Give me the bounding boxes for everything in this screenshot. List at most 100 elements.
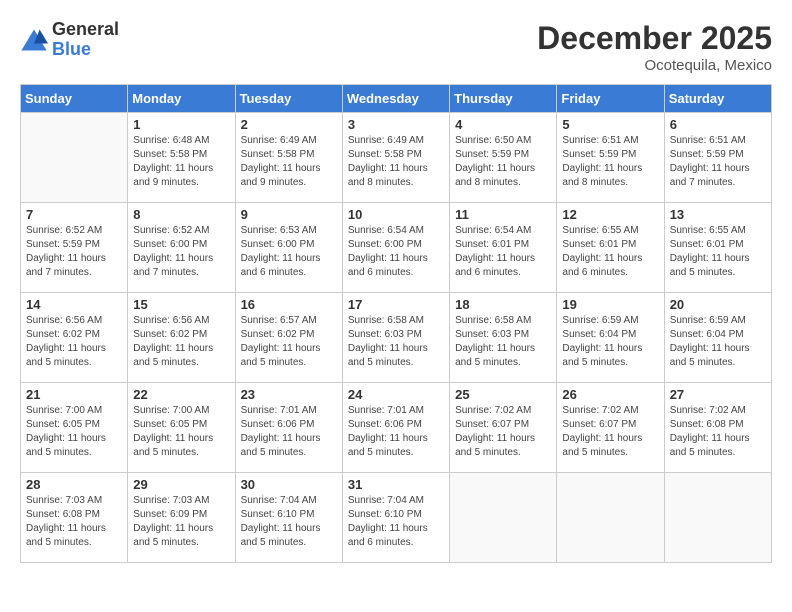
calendar-cell: 22 Sunrise: 7:00 AM Sunset: 6:05 PM Dayli… — [128, 383, 235, 473]
day-number: 18 — [455, 297, 551, 312]
calendar-cell: 30 Sunrise: 7:04 AM Sunset: 6:10 PM Dayli… — [235, 473, 342, 563]
day-info: Sunrise: 6:48 AM Sunset: 5:58 PM Dayligh… — [133, 134, 229, 190]
day-info: Sunrise: 6:58 AM Sunset: 6:03 PM Dayligh… — [455, 314, 551, 370]
weekday-header-tuesday: Tuesday — [235, 85, 342, 113]
calendar-cell: 26 Sunrise: 7:02 AM Sunset: 6:07 PM Dayli… — [557, 383, 664, 473]
day-number: 6 — [670, 117, 766, 132]
calendar-cell: 17Sunrise: 6:58 AM Sunset: 6:03 PM Dayli… — [342, 293, 449, 383]
day-info: Sunrise: 6:49 AM Sunset: 5:58 PM Dayligh… — [348, 134, 444, 190]
calendar-week-row: 14 Sunrise: 6:56 AM Sunset: 6:02 PM Dayli… — [21, 293, 772, 383]
day-info: Sunrise: 7:04 AM Sunset: 6:10 PM Dayligh… — [241, 494, 337, 550]
calendar-cell — [664, 473, 771, 563]
calendar-cell: 14Sunrise: 6:56 AM Sunset: 6:02 PM Dayli… — [21, 293, 128, 383]
calendar-cell: 31 Sunrise: 7:04 AM Sunset: 6:10 PM Dayli… — [342, 473, 449, 563]
page-header: General Blue December 2025 Ocotequila, M… — [20, 20, 772, 74]
day-number: 20 — [670, 297, 766, 312]
weekday-header-friday: Friday — [557, 85, 664, 113]
day-number: 21 — [26, 387, 122, 402]
day-info: Sunrise: 6:54 AM Sunset: 6:01 PM Dayligh… — [455, 224, 551, 280]
calendar-cell: 15Sunrise: 6:56 AM Sunset: 6:02 PM Dayli… — [128, 293, 235, 383]
day-info: Sunrise: 7:02 AM Sunset: 6:07 PM Dayligh… — [455, 404, 551, 460]
day-info: Sunrise: 6:55 AM Sunset: 6:01 PM Dayligh… — [670, 224, 766, 280]
calendar-cell: 8 Sunrise: 6:52 AM Sunset: 6:00 PM Daylig… — [128, 203, 235, 293]
calendar-cell: 3Sunrise: 6:49 AM Sunset: 5:58 PM Daylig… — [342, 113, 449, 203]
day-number: 2 — [241, 117, 337, 132]
calendar-cell: 27 Sunrise: 7:02 AM Sunset: 6:08 PM Dayli… — [664, 383, 771, 473]
day-info: Sunrise: 6:53 AM Sunset: 6:00 PM Dayligh… — [241, 224, 337, 280]
day-info: Sunrise: 7:03 AM Sunset: 6:08 PM Dayligh… — [26, 494, 122, 550]
day-info: Sunrise: 6:51 AM Sunset: 5:59 PM Dayligh… — [562, 134, 658, 190]
weekday-header-monday: Monday — [128, 85, 235, 113]
day-info: Sunrise: 6:56 AM Sunset: 6:02 PM Dayligh… — [133, 314, 229, 370]
day-number: 14 — [26, 297, 122, 312]
day-info: Sunrise: 6:57 AM Sunset: 6:02 PM Dayligh… — [241, 314, 337, 370]
calendar-cell: 2 Sunrise: 6:49 AM Sunset: 5:58 PM Daylig… — [235, 113, 342, 203]
day-info: Sunrise: 7:02 AM Sunset: 6:08 PM Dayligh… — [670, 404, 766, 460]
calendar-table: SundayMondayTuesdayWednesdayThursdayFrid… — [20, 84, 772, 563]
calendar-cell — [557, 473, 664, 563]
day-number: 31 — [348, 477, 444, 492]
calendar-cell: 4 Sunrise: 6:50 AM Sunset: 5:59 PM Daylig… — [450, 113, 557, 203]
day-number: 12 — [562, 207, 658, 222]
logo-general-text: General — [52, 20, 119, 40]
day-info: Sunrise: 6:54 AM Sunset: 6:00 PM Dayligh… — [348, 224, 444, 280]
calendar-cell: 19Sunrise: 6:59 AM Sunset: 6:04 PM Dayli… — [557, 293, 664, 383]
calendar-cell: 18 Sunrise: 6:58 AM Sunset: 6:03 PM Dayli… — [450, 293, 557, 383]
day-number: 28 — [26, 477, 122, 492]
day-number: 13 — [670, 207, 766, 222]
day-number: 8 — [133, 207, 229, 222]
calendar-cell: 28 Sunrise: 7:03 AM Sunset: 6:08 PM Dayli… — [21, 473, 128, 563]
location-text: Ocotequila, Mexico — [537, 57, 772, 74]
calendar-cell: 13 Sunrise: 6:55 AM Sunset: 6:01 PM Dayli… — [664, 203, 771, 293]
weekday-header-wednesday: Wednesday — [342, 85, 449, 113]
day-info: Sunrise: 6:58 AM Sunset: 6:03 PM Dayligh… — [348, 314, 444, 370]
day-number: 9 — [241, 207, 337, 222]
day-info: Sunrise: 6:55 AM Sunset: 6:01 PM Dayligh… — [562, 224, 658, 280]
calendar-cell: 29Sunrise: 7:03 AM Sunset: 6:09 PM Dayli… — [128, 473, 235, 563]
day-info: Sunrise: 6:50 AM Sunset: 5:59 PM Dayligh… — [455, 134, 551, 190]
logo: General Blue — [20, 20, 119, 60]
day-number: 27 — [670, 387, 766, 402]
day-number: 29 — [133, 477, 229, 492]
day-number: 30 — [241, 477, 337, 492]
day-number: 1 — [133, 117, 229, 132]
day-info: Sunrise: 6:49 AM Sunset: 5:58 PM Dayligh… — [241, 134, 337, 190]
day-info: Sunrise: 6:52 AM Sunset: 5:59 PM Dayligh… — [26, 224, 122, 280]
weekday-header-saturday: Saturday — [664, 85, 771, 113]
day-number: 5 — [562, 117, 658, 132]
month-title: December 2025 — [537, 20, 772, 57]
logo-blue-text: Blue — [52, 40, 119, 60]
day-info: Sunrise: 7:04 AM Sunset: 6:10 PM Dayligh… — [348, 494, 444, 550]
calendar-cell: 6 Sunrise: 6:51 AM Sunset: 5:59 PM Daylig… — [664, 113, 771, 203]
calendar-week-row: 21 Sunrise: 7:00 AM Sunset: 6:05 PM Dayli… — [21, 383, 772, 473]
day-info: Sunrise: 7:02 AM Sunset: 6:07 PM Dayligh… — [562, 404, 658, 460]
weekday-header-row: SundayMondayTuesdayWednesdayThursdayFrid… — [21, 85, 772, 113]
day-number: 26 — [562, 387, 658, 402]
day-number: 25 — [455, 387, 551, 402]
calendar-cell: 20 Sunrise: 6:59 AM Sunset: 6:04 PM Dayli… — [664, 293, 771, 383]
calendar-cell — [21, 113, 128, 203]
calendar-week-row: 28 Sunrise: 7:03 AM Sunset: 6:08 PM Dayli… — [21, 473, 772, 563]
day-number: 4 — [455, 117, 551, 132]
calendar-cell — [450, 473, 557, 563]
calendar-cell: 5 Sunrise: 6:51 AM Sunset: 5:59 PM Daylig… — [557, 113, 664, 203]
title-block: December 2025 Ocotequila, Mexico — [537, 20, 772, 74]
calendar-cell: 9 Sunrise: 6:53 AM Sunset: 6:00 PM Daylig… — [235, 203, 342, 293]
day-number: 24 — [348, 387, 444, 402]
calendar-cell: 24 Sunrise: 7:01 AM Sunset: 6:06 PM Dayli… — [342, 383, 449, 473]
calendar-cell: 10Sunrise: 6:54 AM Sunset: 6:00 PM Dayli… — [342, 203, 449, 293]
day-number: 23 — [241, 387, 337, 402]
day-info: Sunrise: 6:51 AM Sunset: 5:59 PM Dayligh… — [670, 134, 766, 190]
day-info: Sunrise: 7:00 AM Sunset: 6:05 PM Dayligh… — [133, 404, 229, 460]
day-number: 7 — [26, 207, 122, 222]
logo-icon — [20, 26, 48, 54]
calendar-cell: 23Sunrise: 7:01 AM Sunset: 6:06 PM Dayli… — [235, 383, 342, 473]
calendar-cell: 7 Sunrise: 6:52 AM Sunset: 5:59 PM Daylig… — [21, 203, 128, 293]
day-number: 22 — [133, 387, 229, 402]
day-info: Sunrise: 6:59 AM Sunset: 6:04 PM Dayligh… — [670, 314, 766, 370]
calendar-cell: 12 Sunrise: 6:55 AM Sunset: 6:01 PM Dayli… — [557, 203, 664, 293]
day-number: 19 — [562, 297, 658, 312]
calendar-week-row: 7 Sunrise: 6:52 AM Sunset: 5:59 PM Daylig… — [21, 203, 772, 293]
day-info: Sunrise: 6:52 AM Sunset: 6:00 PM Dayligh… — [133, 224, 229, 280]
day-info: Sunrise: 7:01 AM Sunset: 6:06 PM Dayligh… — [348, 404, 444, 460]
